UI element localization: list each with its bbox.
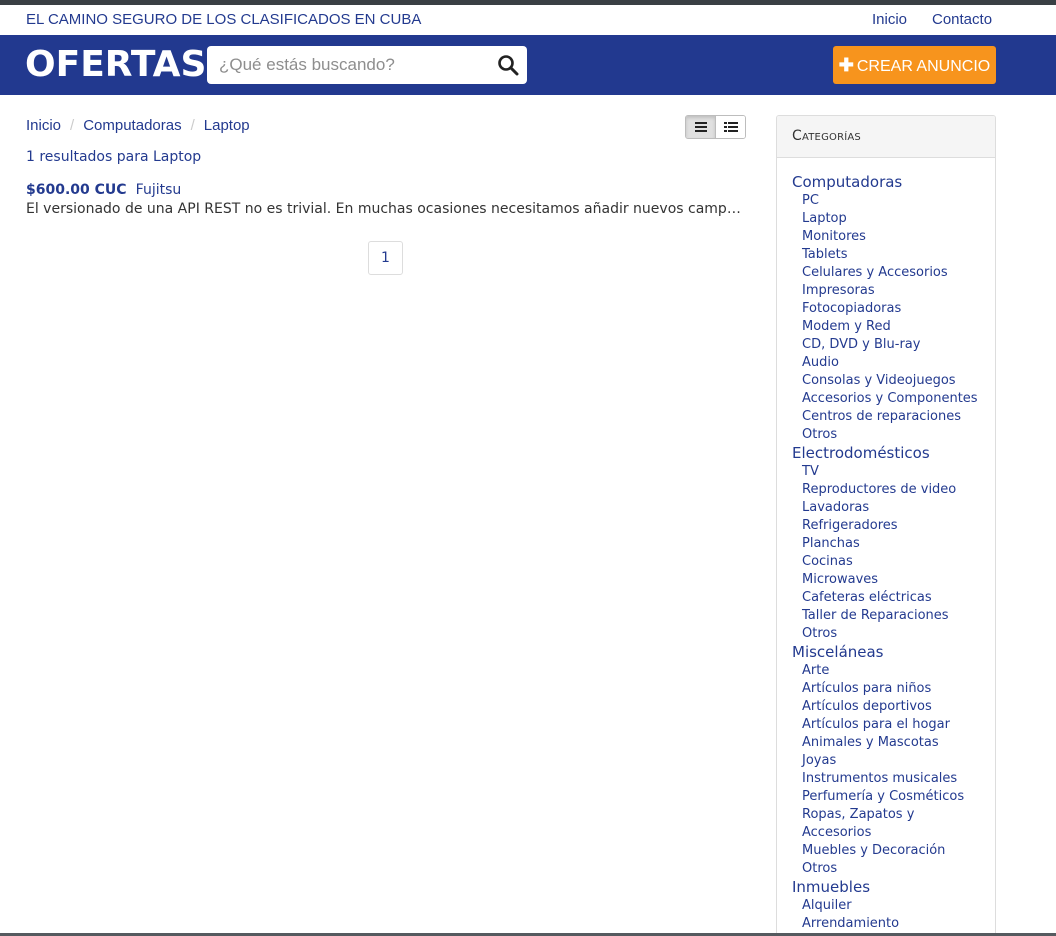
subcategory-item[interactable]: Perfumería y Cosméticos bbox=[802, 788, 995, 806]
subcategory-item[interactable]: Taller de Reparaciones bbox=[802, 607, 995, 625]
search-input[interactable] bbox=[207, 46, 487, 84]
subcategory-item[interactable]: PC bbox=[802, 192, 995, 210]
breadcrumb-laptop[interactable]: Laptop bbox=[204, 117, 250, 134]
category-group: Inmuebles Alquiler Arrendamiento bbox=[792, 878, 995, 933]
subcategory-item[interactable]: Ropas, Zapatos y Accesorios bbox=[802, 806, 972, 842]
subcategory-list: TV Reproductores de video Lavadoras Refr… bbox=[792, 463, 995, 643]
category-group: Misceláneas Arte Artículos para niños Ar… bbox=[792, 643, 995, 878]
detail-list-icon bbox=[724, 122, 738, 132]
subcategory-item[interactable]: Audio bbox=[802, 354, 995, 372]
site-header: OFERTAS ✚CREAR ANUNCIO bbox=[0, 35, 1056, 95]
subcategory-item[interactable]: Arte bbox=[802, 662, 995, 680]
ad-description: El versionado de una API REST no es triv… bbox=[26, 201, 742, 217]
subcategory-item[interactable]: Cafeteras eléctricas bbox=[802, 589, 995, 607]
categories-body: Computadoras PC Laptop Monitores Tablets… bbox=[777, 158, 995, 933]
subcategory-item[interactable]: Accesorios y Componentes bbox=[802, 390, 995, 408]
breadcrumb-separator: / bbox=[190, 117, 195, 134]
subcategory-item[interactable]: Lavadoras bbox=[802, 499, 995, 517]
subcategory-item[interactable]: Artículos para niños bbox=[802, 680, 995, 698]
category-inmuebles[interactable]: Inmuebles bbox=[792, 878, 995, 897]
breadcrumb-separator: / bbox=[70, 117, 75, 134]
top-bar: EL CAMINO SEGURO DE LOS CLASIFICADOS EN … bbox=[0, 5, 1056, 35]
subcategory-item[interactable]: Monitores bbox=[802, 228, 995, 246]
subcategory-item[interactable]: Centros de reparaciones bbox=[802, 408, 995, 426]
subcategory-item[interactable]: Reproductores de video bbox=[802, 481, 995, 499]
breadcrumb: Inicio / Computadoras / Laptop bbox=[26, 117, 250, 134]
subcategory-item[interactable]: Artículos deportivos bbox=[802, 698, 995, 716]
subcategory-list: PC Laptop Monitores Tablets Celulares y … bbox=[792, 192, 995, 444]
subcategory-item[interactable]: TV bbox=[802, 463, 995, 481]
subcategory-item[interactable]: Fotocopiadoras bbox=[802, 300, 995, 318]
subcategory-item[interactable]: Tablets bbox=[802, 246, 995, 264]
subcategory-item[interactable]: Consolas y Videojuegos bbox=[802, 372, 995, 390]
subcategory-item[interactable]: Instrumentos musicales bbox=[802, 770, 995, 788]
breadcrumb-inicio[interactable]: Inicio bbox=[26, 117, 61, 134]
category-miscelaneas[interactable]: Misceláneas bbox=[792, 643, 995, 662]
category-electrodomesticos[interactable]: Electrodomésticos bbox=[792, 444, 995, 463]
subcategory-item[interactable]: Alquiler bbox=[802, 897, 995, 915]
category-group: Electrodomésticos TV Reproductores de vi… bbox=[792, 444, 995, 643]
subcategory-item[interactable]: Otros bbox=[802, 860, 995, 878]
subcategory-item[interactable]: Modem y Red bbox=[802, 318, 995, 336]
create-ad-button[interactable]: ✚ CREAR ANUNCIO bbox=[833, 46, 996, 84]
subcategory-item[interactable]: Otros bbox=[802, 625, 995, 643]
subcategory-item[interactable]: Arrendamiento bbox=[802, 915, 995, 933]
list-icon bbox=[695, 122, 707, 132]
plus-icon: ✚ bbox=[838, 55, 854, 75]
subcategory-item[interactable]: Cocinas bbox=[802, 553, 995, 571]
ad-title[interactable]: Fujitsu bbox=[136, 182, 182, 198]
subcategory-item[interactable]: Celulares y Accesorios bbox=[802, 264, 995, 282]
subcategory-item[interactable]: Refrigeradores bbox=[802, 517, 995, 535]
site-tagline: EL CAMINO SEGURO DE LOS CLASIFICADOS EN … bbox=[26, 11, 422, 28]
detail-view-button[interactable] bbox=[716, 116, 745, 138]
site-logo[interactable]: OFERTAS bbox=[25, 43, 206, 87]
categories-panel: Categorías Computadoras PC Laptop Monito… bbox=[776, 115, 996, 936]
subcategory-item[interactable]: Planchas bbox=[802, 535, 995, 553]
search-icon[interactable] bbox=[497, 54, 519, 76]
subcategory-item[interactable]: CD, DVD y Blu-ray bbox=[802, 336, 995, 354]
create-ad-label: CREAR ANUNCIO bbox=[856, 58, 991, 75]
subcategory-item[interactable]: Laptop bbox=[802, 210, 995, 228]
subcategory-item[interactable]: Muebles y Decoración bbox=[802, 842, 995, 860]
subcategory-item[interactable]: Otros bbox=[802, 426, 995, 444]
breadcrumb-computadoras[interactable]: Computadoras bbox=[83, 117, 181, 134]
subcategory-item[interactable]: Impresoras bbox=[802, 282, 995, 300]
subcategory-item[interactable]: Joyas bbox=[802, 752, 995, 770]
results-count: 1 resultados para Laptop bbox=[26, 149, 202, 165]
nav-link-inicio[interactable]: Inicio bbox=[872, 11, 907, 28]
nav-link-contacto[interactable]: Contacto bbox=[932, 11, 992, 28]
view-toggle bbox=[685, 115, 746, 139]
subcategory-item[interactable]: Animales y Mascotas bbox=[802, 734, 995, 752]
subcategory-item[interactable]: Microwaves bbox=[802, 571, 995, 589]
ad-listing-item[interactable]: $600.00 CUC Fujitsu El versionado de una… bbox=[26, 179, 746, 217]
category-computadoras[interactable]: Computadoras bbox=[792, 173, 995, 192]
ad-price[interactable]: $600.00 CUC bbox=[26, 182, 127, 198]
list-view-button[interactable] bbox=[686, 116, 716, 138]
search-bar bbox=[207, 46, 527, 84]
subcategory-list: Alquiler Arrendamiento bbox=[792, 897, 995, 933]
pagination-page-1[interactable]: 1 bbox=[368, 241, 403, 275]
categories-heading: Categorías bbox=[777, 116, 995, 158]
subcategory-list: Arte Artículos para niños Artículos depo… bbox=[792, 662, 995, 878]
category-group: Computadoras PC Laptop Monitores Tablets… bbox=[792, 173, 995, 444]
subcategory-item[interactable]: Artículos para el hogar bbox=[802, 716, 995, 734]
